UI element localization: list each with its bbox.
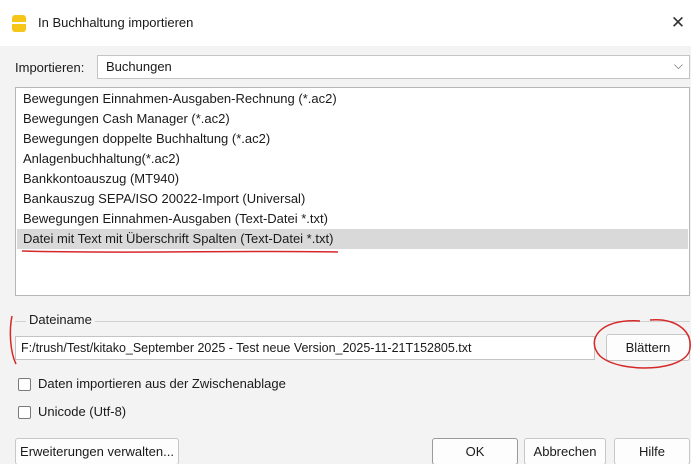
help-button[interactable]: Hilfe [614, 438, 690, 464]
chevron-down-icon: ⌵ [673, 58, 683, 72]
import-format-list[interactable]: Bewegungen Einnahmen-Ausgaben-Rechnung (… [15, 87, 690, 296]
list-item-selected[interactable]: Datei mit Text mit Überschrift Spalten (… [17, 229, 688, 249]
import-type-value: Buchungen [106, 59, 172, 74]
unicode-checkbox-label: Unicode (Utf-8) [38, 404, 127, 419]
cancel-button[interactable]: Abbrechen [524, 438, 606, 464]
ok-button[interactable]: OK [432, 438, 518, 464]
file-path-input[interactable]: F:/trush/Test/kitako_September 2025 - Te… [15, 336, 595, 360]
list-item[interactable]: Bewegungen Cash Manager (*.ac2) [17, 109, 688, 129]
banana-app-icon [12, 15, 26, 32]
close-icon[interactable]: ✕ [668, 12, 688, 34]
title-bar: In Buchhaltung importieren ✕ [0, 0, 691, 46]
manage-extensions-button[interactable]: Erweiterungen verwalten... [15, 438, 179, 464]
browse-button[interactable]: Blättern [606, 334, 690, 361]
unicode-checkbox[interactable] [18, 406, 31, 419]
import-type-label: Importieren: [15, 60, 85, 75]
list-item[interactable]: Bankauszug SEPA/ISO 20022-Import (Univer… [17, 189, 688, 209]
list-item[interactable]: Bewegungen Einnahmen-Ausgaben-Rechnung (… [17, 89, 688, 109]
list-item[interactable]: Bewegungen Einnahmen-Ausgaben (Text-Date… [17, 209, 688, 229]
filename-group-border [15, 321, 690, 322]
window-title: In Buchhaltung importieren [38, 15, 194, 30]
clipboard-checkbox[interactable] [18, 378, 31, 391]
filename-group-label: Dateiname [26, 312, 95, 327]
list-item[interactable]: Anlagenbuchhaltung(*.ac2) [17, 149, 688, 169]
list-item[interactable]: Bankkontoauszug (MT940) [17, 169, 688, 189]
import-type-select[interactable]: Buchungen ⌵ [97, 55, 690, 79]
clipboard-checkbox-label: Daten importieren aus der Zwischenablage [38, 376, 286, 391]
list-item[interactable]: Bewegungen doppelte Buchhaltung (*.ac2) [17, 129, 688, 149]
